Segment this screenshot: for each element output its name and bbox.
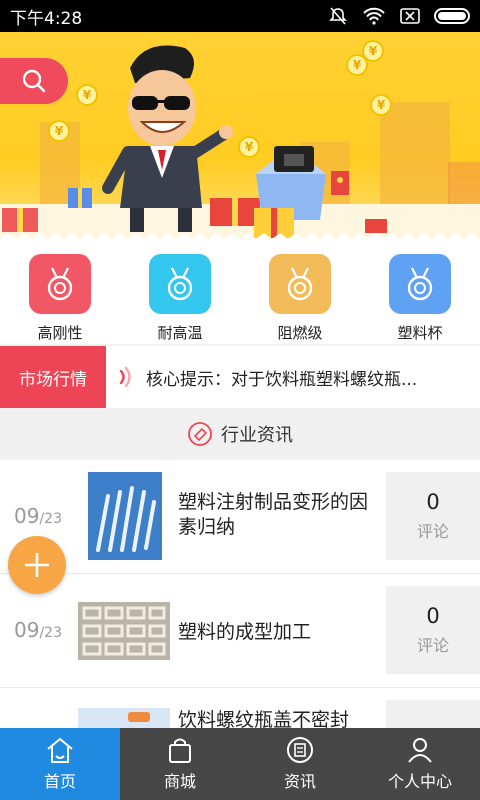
plus-icon <box>25 553 49 577</box>
sound-wave-icon <box>119 366 131 388</box>
comment-count-box[interactable]: 0 <box>386 700 480 728</box>
category-item[interactable]: 阻燃级 <box>240 244 360 344</box>
news-title: 塑料的成型加工 <box>178 621 312 643</box>
comment-count-box[interactable]: 0 评论 <box>386 586 480 674</box>
status-time: 下午4:28 <box>10 8 83 29</box>
coin-icon: ¥ <box>370 94 392 116</box>
user-icon <box>408 738 432 763</box>
gift-box-icon <box>68 188 92 208</box>
market-ticker[interactable]: 市场行情 核心提示：对于饮料瓶塑料螺纹瓶... <box>0 346 480 408</box>
news-list: 09/23 塑料注射制品变形的因素归纳 0 评论 09/23 塑料的成型加工 0… <box>0 460 480 728</box>
news-thumbnail <box>88 472 162 560</box>
list-item[interactable]: 09/23 塑料的成型加工 0 评论 <box>0 574 480 688</box>
comment-label: 评论 <box>416 522 449 541</box>
bag-icon <box>169 738 191 763</box>
category-row: 高刚性 耐高温 阻燃级 塑料杯 <box>0 244 480 344</box>
comment-count: 0 <box>426 604 440 628</box>
bottom-nav: 首页 商城 资讯 个人中心 <box>0 728 480 800</box>
category-item[interactable]: 耐高温 <box>120 244 240 344</box>
sim-off-icon <box>400 8 420 24</box>
tab-label: 商城 <box>163 772 196 791</box>
envelope-icon <box>331 171 349 195</box>
category-label: 耐高温 <box>157 324 203 342</box>
tab-label: 资讯 <box>283 772 316 791</box>
tab-home[interactable]: 首页 <box>0 728 120 800</box>
tab-mall[interactable]: 商城 <box>120 728 240 800</box>
envelope-icon <box>365 219 387 233</box>
ticker-headline[interactable]: 核心提示：对于饮料瓶塑料螺纹瓶... <box>146 365 456 390</box>
search-icon <box>22 69 46 93</box>
news-title: 饮料螺纹瓶盖不密封 <box>178 709 350 728</box>
medal-icon <box>287 267 313 301</box>
category-label: 阻燃级 <box>277 324 323 342</box>
tab-label: 首页 <box>43 772 76 791</box>
medal-icon <box>167 267 193 301</box>
news-icon <box>287 737 313 763</box>
comment-label: 评论 <box>416 636 449 655</box>
comment-count-box[interactable]: 0 评论 <box>386 472 480 560</box>
status-bar: 下午4:28 <box>0 0 480 32</box>
news-date: 09/23 <box>14 504 62 528</box>
battery-icon <box>434 8 470 24</box>
tab-profile[interactable]: 个人中心 <box>360 728 480 800</box>
tab-news[interactable]: 资讯 <box>240 728 360 800</box>
add-button[interactable] <box>8 536 66 594</box>
coin-icon: ¥ <box>362 40 384 62</box>
promo-banner[interactable]: ¥ ¥ ¥ ¥ ¥ ¥ <box>0 32 480 244</box>
market-tag: 市场行情 <box>0 346 106 408</box>
news-title: 塑料注射制品变形的因素归纳 <box>178 491 369 538</box>
mute-icon <box>329 7 347 25</box>
section-title: 行业资讯 <box>221 425 293 446</box>
medal-icon <box>47 267 73 301</box>
wifi-icon <box>363 7 385 25</box>
news-date: 09/23 <box>14 618 62 642</box>
search-button[interactable] <box>0 58 68 104</box>
list-item[interactable]: 09/23 塑料注射制品变形的因素归纳 0 评论 <box>0 460 480 574</box>
gift-box-icon <box>2 208 38 232</box>
category-label: 塑料杯 <box>397 324 443 342</box>
comment-count: 0 <box>426 490 440 514</box>
tab-label: 个人中心 <box>387 772 452 791</box>
home-icon <box>47 737 73 763</box>
coin-icon: ¥ <box>48 120 70 142</box>
section-header: 行业资讯 <box>0 410 480 458</box>
news-thumbnail <box>78 602 170 660</box>
medal-icon <box>407 267 433 301</box>
tag-icon <box>188 422 212 446</box>
category-item[interactable]: 塑料杯 <box>360 244 480 344</box>
list-item[interactable]: 饮料螺纹瓶盖不密封 0 <box>0 688 480 728</box>
category-item[interactable]: 高刚性 <box>0 244 120 344</box>
category-label: 高刚性 <box>37 324 83 342</box>
news-thumbnail <box>78 708 170 728</box>
